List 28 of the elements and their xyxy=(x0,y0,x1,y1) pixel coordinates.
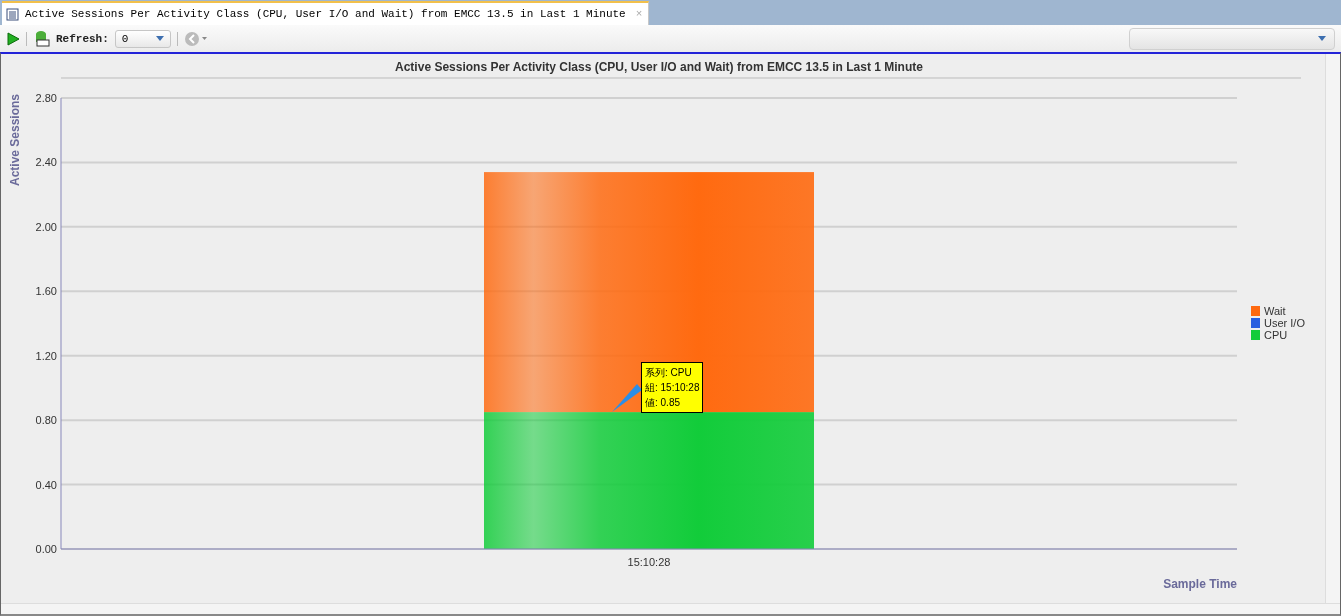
y-tick-label: 0.00 xyxy=(35,543,57,555)
caret-icon xyxy=(155,36,164,41)
legend-label: Wait xyxy=(1264,305,1286,317)
document-icon xyxy=(6,7,19,21)
y-tick-label: 2.40 xyxy=(35,156,57,169)
refresh-label: Refresh: xyxy=(56,32,109,45)
x-axis-label: Sample Time xyxy=(1163,577,1237,591)
target-dropdown[interactable] xyxy=(1129,27,1335,50)
y-tick-label: 0.80 xyxy=(35,414,57,427)
back-button[interactable] xyxy=(183,30,208,47)
y-tick-label: 2.00 xyxy=(35,220,57,233)
y-tick-label: 1.20 xyxy=(35,349,57,362)
vertical-scrollbar[interactable] xyxy=(1325,54,1340,603)
refresh-dropdown[interactable]: 0 xyxy=(114,29,171,48)
y-tick-label: 1.60 xyxy=(35,285,57,298)
legend-label: User I/O xyxy=(1264,317,1305,329)
x-tick-label: 15:10:28 xyxy=(627,556,671,568)
y-tick-label: 0.40 xyxy=(35,478,57,491)
horizontal-scrollbar[interactable] xyxy=(1,603,1340,614)
y-tick-label: 2.80 xyxy=(35,92,57,104)
y-axis-label: Active Sessions xyxy=(8,94,22,186)
run-button[interactable] xyxy=(6,31,20,46)
document-tab[interactable]: Active Sessions Per Activity Class (CPU, User I/O and Wait) from EMCC 13.5 in Last 1 Minute × xyxy=(2,1,650,25)
legend-label: CPU xyxy=(1264,329,1288,341)
caret-icon xyxy=(1318,36,1326,41)
chart-title: Active Sessions Per Activity Class (CPU, User I/O and Wait) from EMCC 13.5 in Last 1 Minute xyxy=(395,60,923,74)
tooltip: 系列: CPU 組: 15:10:28 値: 0.85 xyxy=(641,362,704,413)
tooltip-pointer xyxy=(612,384,642,412)
